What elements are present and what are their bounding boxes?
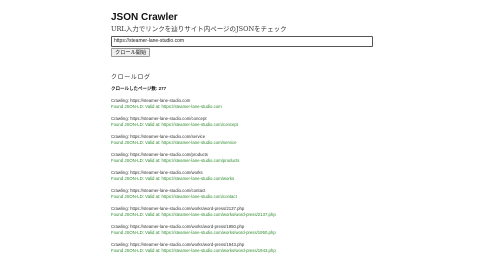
- found-jsonld-line: Found JSON-LD: Valid at: https://steamer…: [111, 140, 237, 145]
- log-entry: Crawling: https://steamer-lane-studio.co…: [111, 224, 276, 242]
- found-jsonld-line: Found JSON-LD: Valid at: https://steamer…: [111, 212, 276, 217]
- page-subtitle: URL入力でリンクを辿りサイト内ページのJSONをチェック: [111, 25, 287, 33]
- start-crawl-button[interactable]: クロール開始: [111, 48, 151, 57]
- json-crawler-app: JSON Crawler URL入力でリンクを辿りサイト内ページのJSONをチェ…: [0, 0, 480, 258]
- found-jsonld-line: Found JSON-LD: Valid at: https://steamer…: [111, 158, 240, 163]
- crawl-log-list: Crawling: https://steamer-lane-studio.co…: [111, 98, 276, 258]
- crawled-page-count: クロールしたページ数: 277: [111, 86, 167, 91]
- log-entry: Crawling: https://steamer-lane-studio.co…: [111, 206, 276, 224]
- log-entry: Crawling: https://steamer-lane-studio.co…: [111, 188, 276, 206]
- found-jsonld-line: Found JSON-LD: Valid at: https://steamer…: [111, 176, 235, 181]
- found-jsonld-line: Found JSON-LD: Valid at: https://steamer…: [111, 248, 276, 253]
- log-entry: Crawling: https://steamer-lane-studio.co…: [111, 152, 276, 170]
- log-entry: Crawling: https://steamer-lane-studio.co…: [111, 134, 276, 152]
- found-jsonld-line: Found JSON-LD: Valid at: https://steamer…: [111, 230, 276, 235]
- page-header: JSON Crawler URL入力でリンクを辿りサイト内ページのJSONをチェ…: [111, 12, 287, 34]
- log-entry: Crawling: https://steamer-lane-studio.co…: [111, 242, 276, 258]
- crawl-log-heading: クロールログ: [111, 74, 151, 81]
- found-jsonld-line: Found JSON-LD: Valid at: https://steamer…: [111, 104, 222, 109]
- found-jsonld-line: Found JSON-LD: Valid at: https://steamer…: [111, 194, 237, 199]
- url-input[interactable]: [111, 36, 373, 47]
- page-title: JSON Crawler: [111, 12, 178, 23]
- log-entry: Crawling: https://steamer-lane-studio.co…: [111, 98, 276, 116]
- log-entry: Crawling: https://steamer-lane-studio.co…: [111, 170, 276, 188]
- found-jsonld-line: Found JSON-LD: Valid at: https://steamer…: [111, 122, 238, 127]
- log-entry: Crawling: https://steamer-lane-studio.co…: [111, 116, 276, 134]
